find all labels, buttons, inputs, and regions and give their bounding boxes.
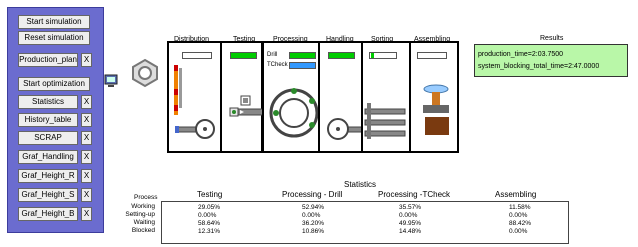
cell: 49.95%	[399, 220, 422, 227]
start-simulation-button[interactable]: Start simulation	[18, 15, 90, 29]
production-time-text: production_time=2:03.7500	[478, 51, 564, 58]
results-title: Results	[540, 35, 564, 42]
row-label-waiting: Waiting	[133, 219, 155, 226]
distribution-station[interactable]	[167, 41, 222, 153]
rotary-table-graphic	[269, 88, 319, 138]
scrap-close-button[interactable]: X	[81, 131, 92, 145]
statistics-close-button[interactable]: X	[81, 95, 92, 109]
cell: 29.05%	[198, 204, 221, 211]
handling-station[interactable]	[318, 41, 365, 153]
row-label-blocked: Blocked	[131, 227, 155, 234]
col-head-testing: Testing	[197, 190, 223, 199]
blocking-time-text: system_blocking_total_time=2:47.0000	[478, 63, 600, 70]
cell: 58.64%	[198, 220, 221, 227]
start-optimization-button[interactable]: Start optimization	[18, 77, 90, 91]
processing-station[interactable]: Drill TCheck	[262, 41, 320, 153]
production-plan-close-button[interactable]: X	[81, 53, 92, 67]
cell: 10.86%	[302, 228, 325, 235]
cell: 0.00%	[509, 228, 528, 235]
scrap-button[interactable]: SCRAP	[18, 131, 78, 145]
col-head-assembling: Assembling	[495, 190, 537, 199]
col-head-tcheck: Processing -TCheck	[378, 190, 451, 199]
cell: 0.00%	[198, 212, 217, 219]
graf-height-b-close-button[interactable]: X	[81, 207, 92, 221]
cell: 0.00%	[509, 212, 528, 219]
computer-icon[interactable]	[104, 74, 118, 88]
cell: 14.48%	[399, 228, 422, 235]
cell: 36.20%	[302, 220, 325, 227]
testing-station[interactable]	[220, 41, 265, 153]
cell: 35.57%	[399, 204, 422, 211]
results-box: production_time=2:03.7500 system_blockin…	[474, 44, 628, 77]
cell: 52.94%	[302, 204, 325, 211]
distribution-graphic	[174, 65, 215, 139]
assembling-station[interactable]	[409, 41, 459, 153]
testing-graphic	[229, 95, 265, 117]
production-plan-button[interactable]: Production_plan	[18, 53, 78, 67]
source-gear-icon	[130, 58, 160, 88]
col-head-drill: Processing - Drill	[282, 190, 343, 199]
statistics-button[interactable]: Statistics	[18, 95, 78, 109]
statistics-table: 29.05% 52.94% 35.57% 11.58% 0.00% 0.00% …	[161, 201, 569, 244]
cell: 0.00%	[302, 212, 321, 219]
graf-handling-close-button[interactable]: X	[81, 150, 92, 164]
graf-height-r-button[interactable]: Graf_Height_R	[18, 169, 78, 183]
sorting-station[interactable]	[361, 41, 411, 153]
reset-simulation-button[interactable]: Reset simulation	[18, 31, 90, 45]
row-label-working: Working	[131, 203, 155, 210]
history-table-button[interactable]: History_table	[18, 113, 78, 127]
control-panel: Start simulation Reset simulation Produc…	[7, 7, 104, 233]
graf-height-s-close-button[interactable]: X	[81, 188, 92, 202]
graf-height-s-button[interactable]: Graf_Height_S	[18, 188, 78, 202]
assembling-graphic	[423, 84, 449, 135]
cell: 11.58%	[509, 204, 531, 211]
cell: 0.00%	[399, 212, 418, 219]
graf-height-b-button[interactable]: Graf_Height_B	[18, 207, 78, 221]
statistics-title: Statistics	[344, 180, 377, 189]
history-table-close-button[interactable]: X	[81, 113, 92, 127]
sorting-graphic	[364, 103, 406, 139]
graf-handling-button[interactable]: Graf_Handling	[18, 150, 78, 164]
row-label-setting-up: Setting-up	[125, 211, 155, 218]
graf-height-r-close-button[interactable]: X	[81, 169, 92, 183]
cell: 12.31%	[198, 228, 221, 235]
cell: 88.42%	[509, 220, 532, 227]
handling-graphic	[327, 118, 365, 140]
process-label: Process	[134, 194, 158, 201]
